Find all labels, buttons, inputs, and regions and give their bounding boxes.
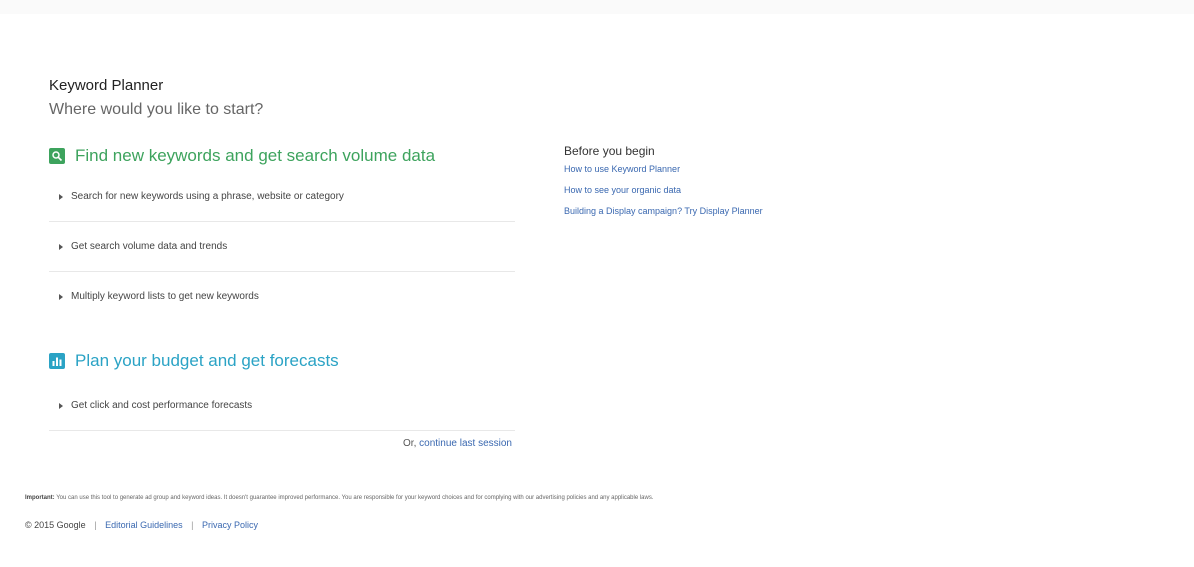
option-multiply-keyword-lists[interactable]: Multiply keyword lists to get new keywor… xyxy=(49,272,515,321)
option-click-cost-forecasts[interactable]: Get click and cost performance forecasts xyxy=(49,381,515,431)
page-header: Keyword Planner Where would you like to … xyxy=(49,76,263,120)
plan-budget-section: Plan your budget and get forecasts Get c… xyxy=(49,349,515,431)
bar-chart-icon xyxy=(49,353,65,369)
option-label: Search for new keywords using a phrase, … xyxy=(71,191,344,202)
footer-separator: | xyxy=(94,520,97,530)
option-search-volume-data[interactable]: Get search volume data and trends xyxy=(49,222,515,272)
option-label: Get click and cost performance forecasts xyxy=(71,400,253,411)
expand-arrow-icon xyxy=(59,243,63,250)
continue-last-session-link[interactable]: continue last session xyxy=(419,438,512,449)
how-to-see-organic-data-link[interactable]: How to see your organic data xyxy=(564,183,763,197)
footer-separator: | xyxy=(191,520,194,530)
find-keywords-header: Find new keywords and get search volume … xyxy=(49,144,515,168)
display-planner-link[interactable]: Building a Display campaign? Try Display… xyxy=(564,204,763,218)
continue-session-line: Or, continue last session xyxy=(49,438,512,449)
plan-budget-title: Plan your budget and get forecasts xyxy=(75,351,339,370)
expand-arrow-icon xyxy=(59,193,63,200)
editorial-guidelines-link[interactable]: Editorial Guidelines xyxy=(105,520,183,530)
option-label: Get search volume data and trends xyxy=(71,241,228,252)
search-icon xyxy=(49,148,65,164)
how-to-use-keyword-planner-link[interactable]: How to use Keyword Planner xyxy=(564,162,763,176)
page-subtitle: Where would you like to start? xyxy=(49,101,264,118)
page-title: Keyword Planner xyxy=(49,77,164,94)
find-keywords-title: Find new keywords and get search volume … xyxy=(75,146,436,165)
copyright-text: © 2015 Google xyxy=(25,520,86,530)
important-notice: Important: You can use this tool to gene… xyxy=(25,495,654,501)
footer-links: © 2015 Google | Editorial Guidelines | P… xyxy=(25,520,258,530)
before-you-begin-heading: Before you begin xyxy=(564,144,655,158)
option-label: Multiply keyword lists to get new keywor… xyxy=(71,291,259,302)
plan-budget-header: Plan your budget and get forecasts xyxy=(49,349,515,373)
keyword-planner-page: Keyword Planner Where would you like to … xyxy=(0,0,1194,567)
expand-arrow-icon xyxy=(59,402,63,409)
top-strip xyxy=(0,0,1194,14)
privacy-policy-link[interactable]: Privacy Policy xyxy=(202,520,258,530)
continue-prefix: Or, xyxy=(403,438,417,449)
find-keywords-section: Find new keywords and get search volume … xyxy=(49,144,515,321)
before-you-begin-panel: Before you begin How to use Keyword Plan… xyxy=(564,143,763,225)
expand-arrow-icon xyxy=(59,293,63,300)
important-label: Important: xyxy=(25,495,55,501)
option-search-new-keywords[interactable]: Search for new keywords using a phrase, … xyxy=(49,172,515,222)
important-text: You can use this tool to generate ad gro… xyxy=(56,495,654,501)
